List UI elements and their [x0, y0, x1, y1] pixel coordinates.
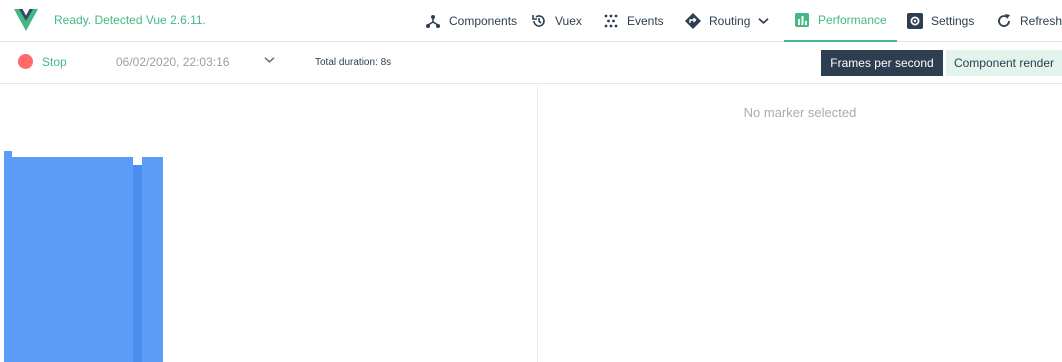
history-icon — [531, 13, 547, 29]
tab-routing[interactable]: Routing — [685, 0, 770, 42]
chevron-down-icon — [758, 17, 770, 25]
tab-settings[interactable]: Settings — [907, 0, 974, 42]
mode-frames-per-second-button[interactable]: Frames per second — [821, 50, 943, 76]
performance-icon — [794, 12, 810, 28]
tab-settings-label: Settings — [931, 14, 975, 28]
session-select[interactable]: 06/02/2020, 22:03:16 — [116, 55, 275, 69]
connection-status: Ready. Detected Vue 2.6.11. — [54, 13, 206, 27]
top-header: Ready. Detected Vue 2.6.11. Components V… — [0, 0, 1062, 42]
chevron-down-icon — [264, 56, 275, 64]
refresh-label: Refresh — [1020, 14, 1062, 28]
routing-icon — [685, 13, 701, 29]
tab-events-label: Events — [627, 14, 664, 28]
record-dot-icon — [18, 54, 33, 69]
marker-details-pane: No marker selected — [538, 85, 1062, 362]
session-value: 06/02/2020, 22:03:16 — [116, 55, 230, 69]
tab-routing-label: Routing — [709, 14, 751, 28]
refresh-button[interactable]: Refresh — [996, 0, 1062, 42]
vue-logo-icon — [14, 9, 38, 31]
fps-chart-pane — [0, 85, 537, 362]
tab-vuex-label: Vuex — [555, 14, 582, 28]
mode-component-render-button[interactable]: Component render — [946, 50, 1062, 76]
stop-recording-button[interactable]: Stop — [18, 54, 67, 69]
fps-chart[interactable] — [0, 85, 537, 362]
fps-bar-1[interactable] — [4, 151, 12, 362]
components-icon — [425, 13, 441, 29]
empty-state-message: No marker selected — [743, 105, 857, 120]
tab-performance[interactable]: Performance — [784, 0, 897, 42]
fps-bar-3[interactable] — [133, 165, 142, 362]
tab-vuex[interactable]: Vuex — [531, 0, 582, 42]
tab-performance-label: Performance — [818, 13, 887, 27]
fps-bar-2[interactable] — [12, 157, 133, 362]
stop-label: Stop — [42, 54, 67, 69]
tab-events[interactable]: Events — [603, 0, 664, 42]
fps-bar-4[interactable] — [142, 157, 163, 362]
total-duration: Total duration: 8s — [315, 57, 392, 68]
tab-components[interactable]: Components — [425, 0, 517, 42]
refresh-icon — [996, 13, 1012, 29]
events-icon — [603, 13, 619, 29]
settings-icon — [907, 13, 923, 29]
tab-components-label: Components — [449, 14, 518, 28]
